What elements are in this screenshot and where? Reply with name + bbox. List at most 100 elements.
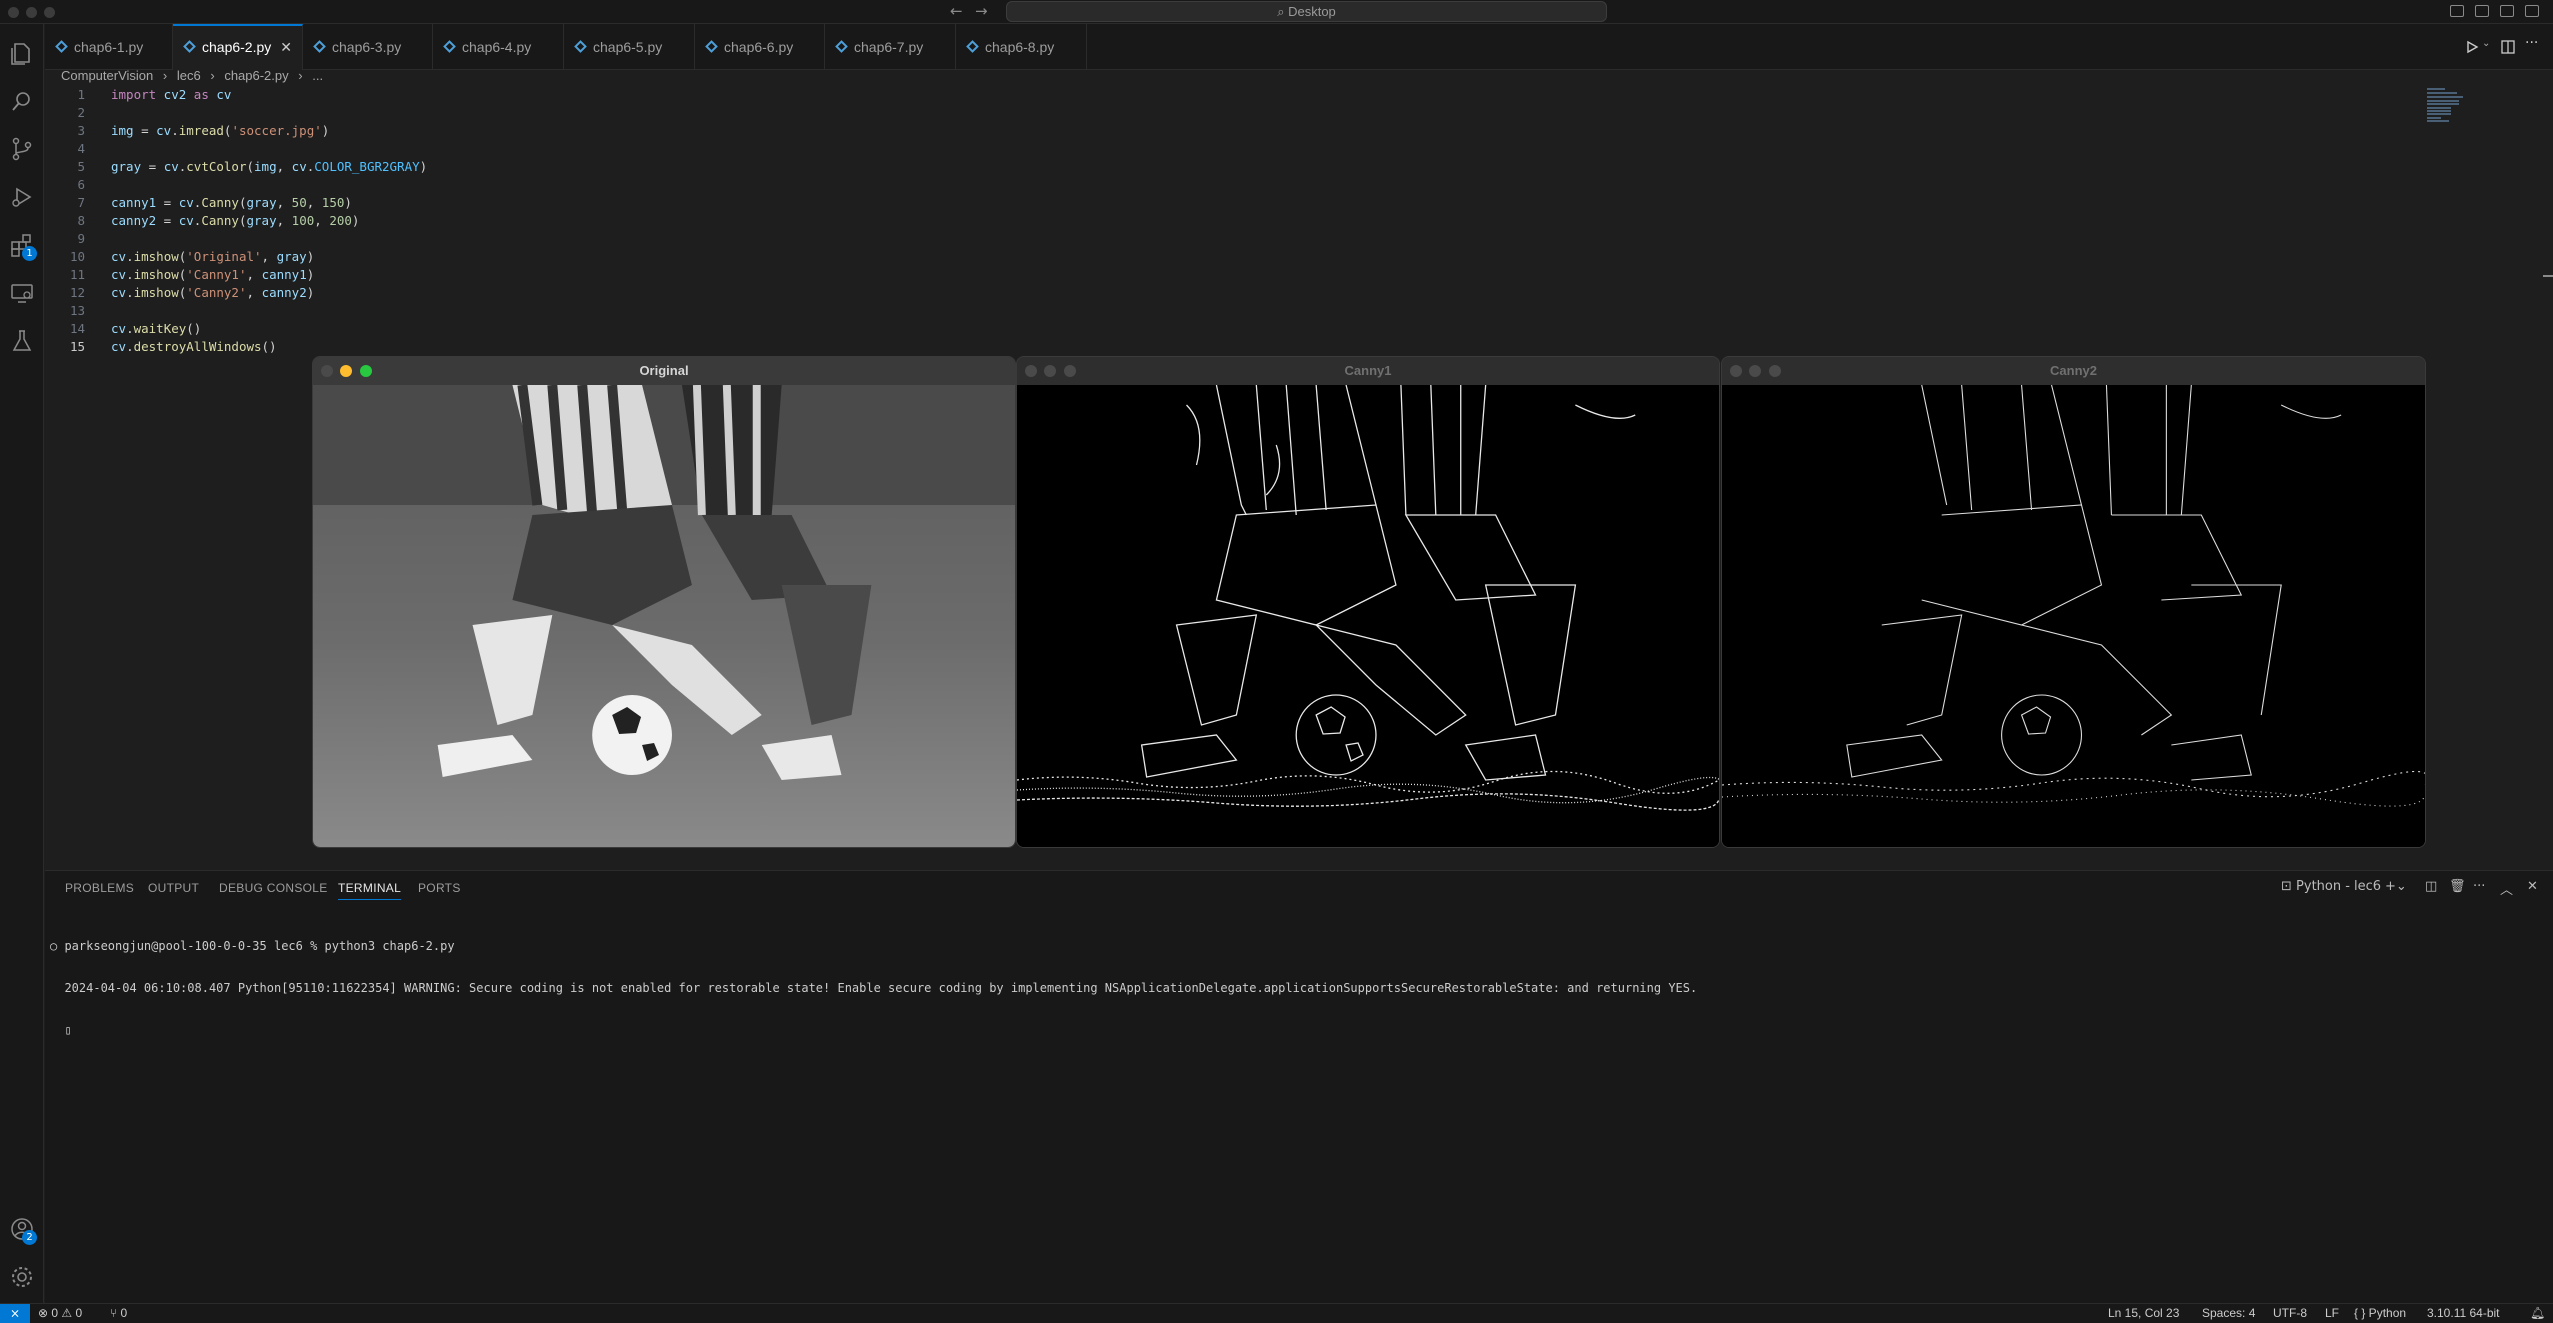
more-actions-icon[interactable]: ··· — [2525, 35, 2538, 51]
python-file-icon — [705, 40, 718, 54]
tab-chap6-8[interactable]: chap6-8.py — [956, 24, 1087, 70]
cv-minimize-dot[interactable] — [1749, 365, 1761, 377]
new-terminal-icon[interactable]: +⌄ — [2385, 879, 2407, 894]
back-arrow-icon[interactable]: ← — [950, 2, 963, 20]
maximize-panel-chevron-icon[interactable]: ︿ — [2500, 879, 2513, 898]
tab-output[interactable]: OUTPUT — [148, 881, 199, 895]
language-mode[interactable]: { } Python — [2354, 1304, 2406, 1323]
close-tab-icon[interactable]: ✕ — [280, 26, 292, 68]
accounts-badge: 2 — [22, 1230, 37, 1245]
cv-zoom-dot[interactable] — [360, 365, 372, 377]
tab-debug-console[interactable]: DEBUG CONSOLE — [219, 881, 328, 895]
scrollbar-marker[interactable] — [2543, 275, 2553, 277]
breadcrumb-symbol[interactable]: ... — [312, 68, 323, 83]
canny2-edge-image — [1722, 385, 2425, 847]
terminal-line: ○ parkseongjun@pool-100-0-0-35 lec6 % py… — [50, 939, 455, 953]
code-line-3[interactable]: img = cv.imread('soccer.jpg') — [111, 122, 329, 140]
cv-window-titlebar[interactable]: Canny1 — [1017, 357, 1719, 385]
eol-status[interactable]: LF — [2325, 1304, 2339, 1323]
code-line-12[interactable]: cv.imshow('Canny2', canny2) — [111, 284, 314, 302]
code-line-1[interactable]: import cv2 as cv — [111, 86, 231, 104]
toggle-primary-sidebar-icon[interactable] — [2450, 5, 2464, 17]
line-number: 10 — [69, 249, 85, 264]
code-line-11[interactable]: cv.imshow('Canny1', canny1) — [111, 266, 314, 284]
tab-chap6-6[interactable]: chap6-6.py — [695, 24, 825, 70]
cv-zoom-dot[interactable] — [1769, 365, 1781, 377]
canny1-edge-image — [1017, 385, 1719, 847]
status-bar: ⨯ ⊗ 0 ⚠ 0 ⑂ 0 Ln 15, Col 23 Spaces: 4 UT… — [0, 1303, 2553, 1323]
explorer-icon[interactable] — [9, 40, 35, 66]
toggle-secondary-sidebar-icon[interactable] — [2500, 5, 2514, 17]
code-line-7[interactable]: canny1 = cv.Canny(gray, 50, 150) — [111, 194, 352, 212]
search-icon[interactable] — [9, 88, 35, 114]
minimap[interactable] — [2427, 86, 2487, 126]
window-close-dot[interactable] — [8, 7, 19, 18]
python-file-icon — [183, 40, 196, 54]
breadcrumb-file[interactable]: chap6-2.py — [224, 68, 288, 83]
code-line-15[interactable]: cv.destroyAllWindows() — [111, 338, 277, 356]
settings-gear-icon[interactable] — [9, 1264, 35, 1290]
title-bar: ← → ⌕ Desktop — [0, 0, 2553, 24]
python-file-icon — [443, 40, 456, 54]
testing-flask-icon[interactable] — [9, 328, 35, 354]
tab-terminal[interactable]: TERMINAL — [338, 881, 402, 900]
remote-indicator-icon[interactable]: ⨯ — [0, 1304, 30, 1323]
cv-close-dot[interactable] — [1025, 365, 1037, 377]
tab-chap6-5[interactable]: chap6-5.py — [564, 24, 695, 70]
split-editor-icon[interactable] — [2501, 40, 2515, 54]
toggle-panel-icon[interactable] — [2475, 5, 2489, 17]
cv-window-canny2[interactable]: Canny2 — [1721, 356, 2426, 848]
window-minimize-dot[interactable] — [26, 7, 37, 18]
command-center-search[interactable]: ⌕ Desktop — [1006, 1, 1607, 22]
tab-chap6-7[interactable]: chap6-7.py — [825, 24, 956, 70]
window-zoom-dot[interactable] — [44, 7, 55, 18]
line-number: 2 — [77, 105, 85, 120]
python-interpreter[interactable]: 3.10.11 64-bit — [2427, 1304, 2500, 1323]
code-line-8[interactable]: canny2 = cv.Canny(gray, 100, 200) — [111, 212, 359, 230]
breadcrumb-folder-lec6[interactable]: lec6 — [177, 68, 201, 83]
cv-minimize-dot[interactable] — [1044, 365, 1056, 377]
cv-window-original[interactable]: Original — [312, 356, 1016, 848]
ports-status[interactable]: ⑂ 0 — [110, 1304, 127, 1323]
tab-chap6-3[interactable]: chap6-3.py — [303, 24, 433, 70]
cv-window-canny1[interactable]: Canny1 — [1016, 356, 1720, 848]
code-line-10[interactable]: cv.imshow('Original', gray) — [111, 248, 314, 266]
cv-close-dot[interactable] — [321, 365, 333, 377]
cv-window-titlebar[interactable]: Original — [313, 357, 1015, 385]
encoding-status[interactable]: UTF-8 — [2273, 1304, 2307, 1323]
run-dropdown-chevron-icon[interactable]: ⌄ — [2482, 38, 2490, 49]
cv-window-titlebar[interactable]: Canny2 — [1722, 357, 2425, 385]
more-actions-icon[interactable]: ··· — [2473, 879, 2485, 894]
cursor-position[interactable]: Ln 15, Col 23 — [2108, 1304, 2179, 1323]
tab-ports[interactable]: PORTS — [418, 881, 461, 895]
problems-status[interactable]: ⊗ 0 ⚠ 0 — [38, 1304, 82, 1323]
forward-arrow-icon[interactable]: → — [975, 2, 988, 20]
kill-terminal-trash-icon[interactable]: 🗑 — [2449, 879, 2466, 894]
terminal-icon: ⊡ — [2281, 879, 2297, 894]
tab-chap6-1[interactable]: chap6-1.py — [45, 24, 173, 70]
cv-zoom-dot[interactable] — [1064, 365, 1076, 377]
run-python-file-icon[interactable] — [2465, 40, 2479, 54]
terminal-output[interactable]: ○ parkseongjun@pool-100-0-0-35 lec6 % py… — [50, 911, 1697, 1065]
source-control-icon[interactable] — [9, 136, 35, 162]
cv-minimize-dot[interactable] — [340, 365, 352, 377]
run-debug-icon[interactable] — [9, 184, 35, 210]
terminal-profile[interactable]: ⊡ Python - lec6 — [2281, 879, 2381, 894]
remote-explorer-icon[interactable] — [9, 280, 35, 306]
breadcrumb-folder-computervision[interactable]: ComputerVision — [61, 68, 153, 83]
code-line-14[interactable]: cv.waitKey() — [111, 320, 201, 338]
line-number: 11 — [69, 267, 85, 282]
notifications-bell-icon[interactable]: 🔔︎ — [2530, 1304, 2545, 1323]
line-number: 4 — [77, 141, 85, 156]
indentation-status[interactable]: Spaces: 4 — [2202, 1304, 2255, 1323]
code-line-5[interactable]: gray = cv.cvtColor(img, cv.COLOR_BGR2GRA… — [111, 158, 427, 176]
cv-close-dot[interactable] — [1730, 365, 1742, 377]
customize-layout-icon[interactable] — [2525, 5, 2539, 17]
tab-chap6-2[interactable]: chap6-2.py ✕ — [173, 24, 303, 70]
line-number: 8 — [77, 213, 85, 228]
cv-window-title: Original — [639, 363, 689, 378]
tab-chap6-4[interactable]: chap6-4.py — [433, 24, 564, 70]
split-terminal-icon[interactable]: ◫ — [2425, 879, 2437, 894]
close-panel-icon[interactable]: ✕ — [2527, 879, 2538, 894]
tab-problems[interactable]: PROBLEMS — [65, 881, 134, 895]
